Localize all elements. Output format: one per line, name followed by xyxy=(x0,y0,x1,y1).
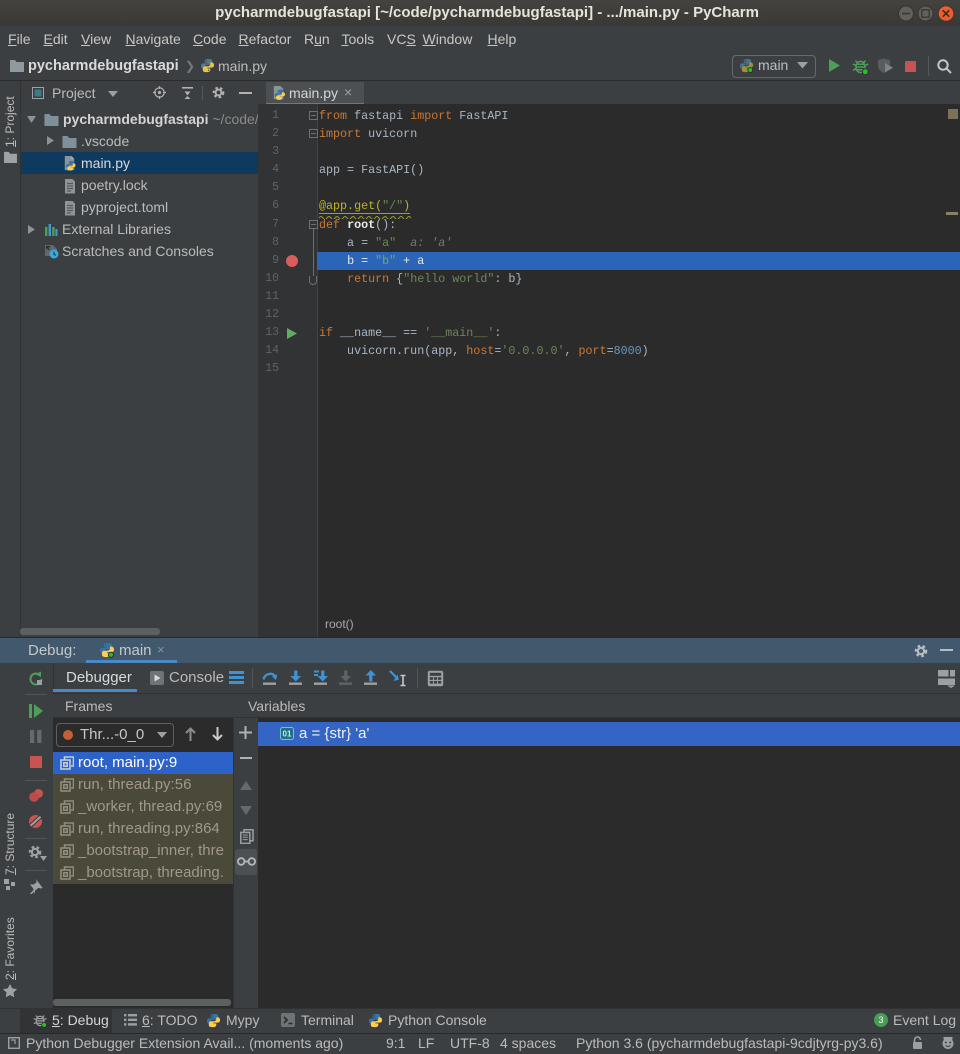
svg-text:01: 01 xyxy=(283,730,292,739)
